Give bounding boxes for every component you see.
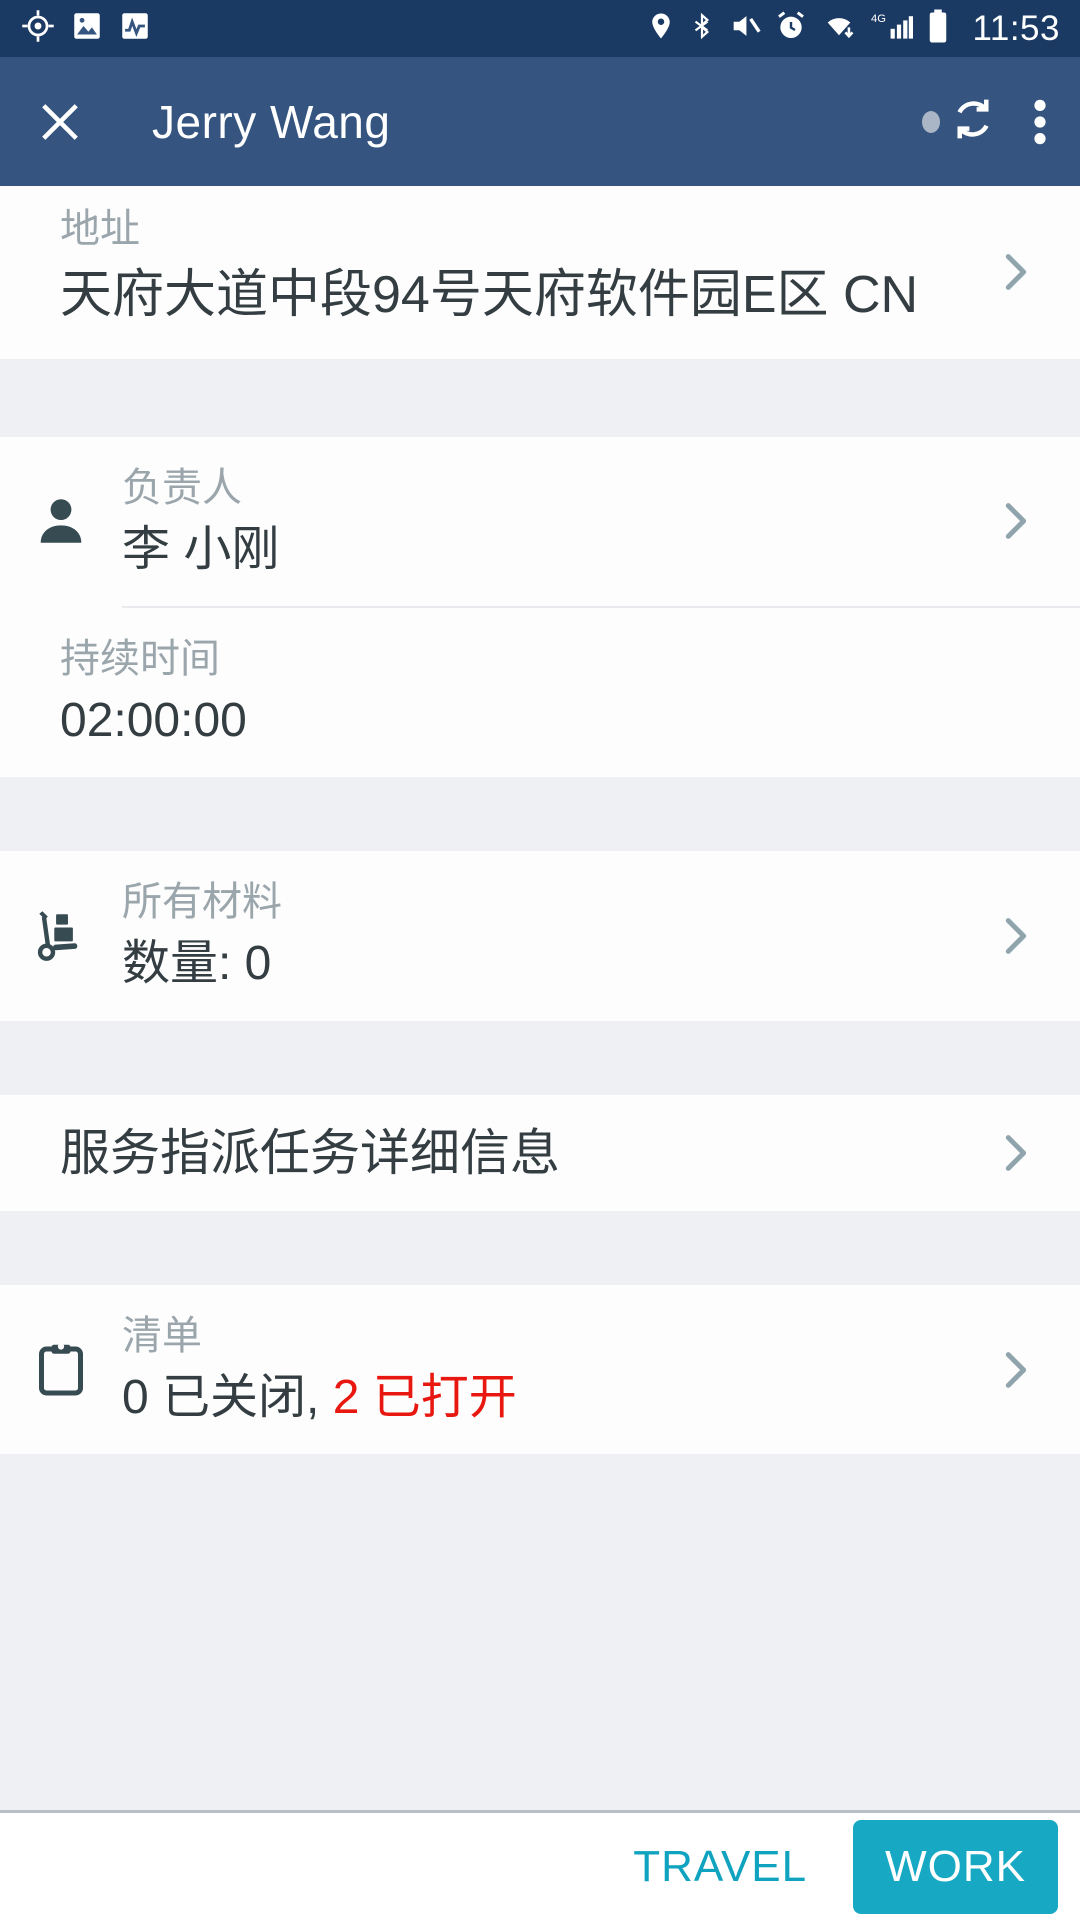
address-label: 地址 (60, 204, 980, 254)
page-title: Jerry Wang (152, 95, 390, 149)
more-vertical-icon[interactable] (1030, 95, 1050, 149)
close-icon[interactable] (34, 96, 86, 148)
address-value: 天府大道中段94号天府软件园E区 CN (60, 262, 980, 329)
owner-body: 负责人 李 小刚 (122, 437, 980, 606)
owner-label: 负责人 (122, 463, 980, 513)
signal-4g-icon: 4G (871, 8, 913, 49)
app-bar-actions (922, 92, 1050, 151)
travel-button[interactable]: TRAVEL (599, 1842, 841, 1892)
row-address[interactable]: 地址 天府大道中段94号天府软件园E区 CN (0, 186, 1080, 359)
materials-chevron[interactable] (980, 913, 1050, 959)
detail-list: 地址 天府大道中段94号天府软件园E区 CN (0, 186, 1080, 1454)
checklist-card[interactable]: 清单 0 已关闭, 2 已打开 (0, 1285, 1080, 1454)
materials-card[interactable]: 所有材料 数量: 0 (0, 851, 1080, 1020)
svg-text:4G: 4G (871, 13, 886, 25)
address-card[interactable]: 地址 天府大道中段94号天府软件园E区 CN (0, 186, 1080, 359)
status-bar-right-icons: 4G 11:53 (646, 8, 1061, 49)
row-service-details[interactable]: 服务指派任务详细信息 (0, 1095, 1080, 1211)
row-owner[interactable]: 负责人 李 小刚 (0, 437, 1080, 606)
photo-icon (70, 9, 104, 48)
mute-icon (728, 9, 762, 48)
wifi-icon (820, 9, 858, 48)
app-screen: 4G 11:53 Jerry Wang (0, 0, 1080, 1920)
status-bar: 4G 11:53 (0, 0, 1080, 57)
bluetooth-icon (689, 9, 715, 48)
address-chevron[interactable] (980, 249, 1050, 295)
location-pin-icon (646, 9, 676, 48)
owner-duration-card: 负责人 李 小刚 持续时间 02:00:00 (0, 437, 1080, 778)
clipboard-icon (0, 1340, 122, 1400)
row-duration: 持续时间 02:00:00 (0, 608, 1080, 777)
section-gap-1 (0, 359, 1080, 437)
app-bar: Jerry Wang (0, 57, 1080, 186)
service-details-value: 服务指派任务详细信息 (60, 1121, 980, 1185)
row-materials[interactable]: 所有材料 数量: 0 (0, 851, 1080, 1020)
sync-icon (946, 92, 1000, 151)
section-gap-3 (0, 1021, 1080, 1095)
owner-value: 李 小刚 (122, 519, 980, 580)
materials-label: 所有材料 (122, 877, 980, 927)
checklist-open-count: 2 已打开 (333, 1371, 517, 1424)
checklist-value: 0 已关闭, 2 已打开 (122, 1367, 980, 1428)
checklist-chevron[interactable] (980, 1347, 1050, 1393)
gps-target-icon (20, 8, 56, 49)
battery-icon (926, 8, 950, 49)
status-bar-clock: 11:53 (973, 11, 1061, 46)
sync-button[interactable] (922, 92, 1000, 151)
duration-body: 持续时间 02:00:00 (60, 608, 980, 777)
materials-body: 所有材料 数量: 0 (122, 851, 980, 1020)
checklist-closed-count: 0 已关闭, (122, 1371, 333, 1424)
duration-value: 02:00:00 (60, 690, 980, 751)
owner-chevron[interactable] (980, 498, 1050, 544)
alarm-icon (775, 10, 807, 47)
section-gap-2 (0, 777, 1080, 851)
activity-icon (118, 9, 152, 48)
person-icon (0, 492, 122, 550)
work-button[interactable]: WORK (853, 1820, 1058, 1914)
materials-value: 数量: 0 (122, 933, 980, 994)
section-gap-4 (0, 1211, 1080, 1285)
service-details-chevron[interactable] (980, 1130, 1050, 1176)
service-details-card[interactable]: 服务指派任务详细信息 (0, 1095, 1080, 1211)
sync-status-dot (922, 111, 940, 133)
row-checklist[interactable]: 清单 0 已关闭, 2 已打开 (0, 1285, 1080, 1454)
address-body: 地址 天府大道中段94号天府软件园E区 CN (60, 186, 980, 359)
service-details-body: 服务指派任务详细信息 (60, 1095, 980, 1211)
checklist-body: 清单 0 已关闭, 2 已打开 (122, 1285, 980, 1454)
checklist-label: 清单 (122, 1311, 980, 1361)
bottom-action-bar: TRAVEL WORK (0, 1810, 1080, 1920)
hand-truck-icon (0, 905, 122, 967)
duration-label: 持续时间 (60, 634, 980, 684)
status-bar-left-icons (20, 8, 152, 49)
